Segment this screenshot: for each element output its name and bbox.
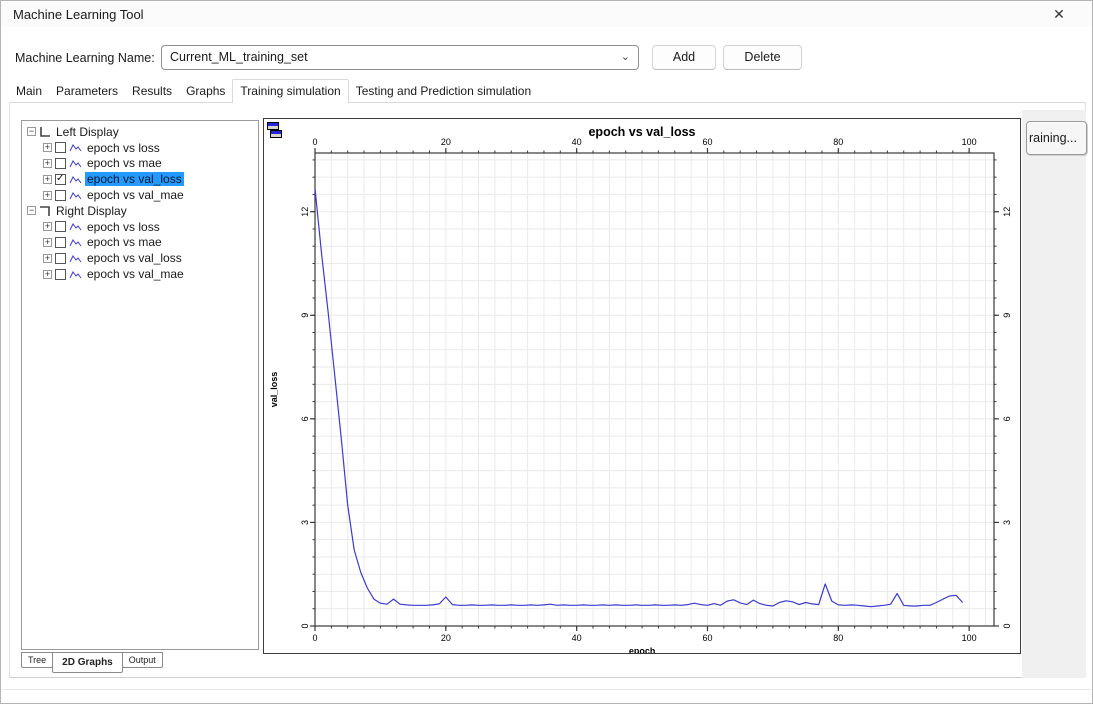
curve-icon (69, 269, 82, 280)
svg-text:100: 100 (962, 633, 977, 643)
checkbox[interactable] (55, 189, 66, 201)
tree-item-label[interactable]: epoch vs val_mae (85, 188, 186, 202)
expand-icon[interactable]: + (43, 237, 52, 247)
training-button[interactable]: raining... (1026, 121, 1087, 155)
svg-text:0: 0 (300, 623, 310, 628)
graph-panel: 0 0 20 20 40 40 60 60 80 80 100 100 0 0 3 3 6 6 9 9 12 12 epoc… (263, 118, 1021, 654)
tree-item[interactable]: + epoch vs val_loss (25, 250, 258, 266)
svg-text:40: 40 (572, 633, 582, 643)
window-bottom-divider (2, 689, 1091, 690)
svg-text:0: 0 (312, 633, 317, 643)
ml-name-label: Machine Learning Name: (15, 51, 155, 65)
tree-item[interactable]: + epoch vs loss (25, 219, 258, 235)
svg-text:6: 6 (300, 416, 310, 421)
tab-testing-prediction-simulation[interactable]: Testing and Prediction simulation (349, 81, 538, 102)
close-icon[interactable]: ✕ (1044, 1, 1074, 27)
title-bar: Machine Learning Tool ✕ (1, 1, 1092, 27)
ml-name-combobox[interactable]: Current_ML_training_set ⌄ (161, 45, 639, 70)
bottom-tab-bar: Tree 2D Graphs Output (21, 652, 163, 673)
right-panel-strip (1022, 110, 1086, 678)
checkbox[interactable] (55, 173, 66, 185)
tab-training-simulation[interactable]: Training simulation (232, 79, 349, 103)
checkbox[interactable] (55, 142, 66, 154)
tree-item-label[interactable]: epoch vs loss (85, 141, 162, 155)
bottom-tab-tree[interactable]: Tree (21, 652, 54, 668)
checkbox[interactable] (55, 221, 66, 233)
chart-title: epoch vs val_loss (588, 125, 696, 139)
tab-parameters[interactable]: Parameters (49, 81, 125, 102)
tab-results[interactable]: Results (125, 81, 179, 102)
ml-name-value: Current_ML_training_set (170, 50, 308, 64)
checkbox[interactable] (55, 157, 66, 169)
expand-icon[interactable]: + (43, 269, 52, 279)
tree-node-left-display[interactable]: − Left Display (25, 124, 258, 140)
svg-text:9: 9 (300, 313, 310, 318)
expand-icon[interactable]: + (43, 143, 52, 153)
curve-icon (69, 253, 82, 264)
tree-item-label[interactable]: epoch vs val_loss (85, 251, 184, 265)
left-axes-icon (39, 126, 51, 138)
tree-item[interactable]: + epoch vs mae (25, 235, 258, 251)
svg-text:9: 9 (1002, 313, 1012, 318)
tree-item-label[interactable]: epoch vs val_loss (85, 172, 184, 187)
expand-icon[interactable]: + (43, 190, 52, 200)
bottom-tab-output[interactable]: Output (121, 652, 163, 668)
svg-text:12: 12 (300, 207, 310, 217)
tab-bar: Main Parameters Results Graphs Training … (9, 79, 1086, 103)
tree-item-label[interactable]: epoch vs mae (85, 156, 164, 170)
svg-text:6: 6 (1002, 416, 1012, 421)
checkbox[interactable] (55, 236, 66, 248)
right-axes-icon (39, 205, 51, 217)
display-tree: − Left Display + epoch vs loss + epoch v… (21, 120, 259, 650)
curve-icon (69, 174, 82, 185)
val-loss-chart: 0020204040606080801001000 03 36 69 912 12epoc… (269, 137, 1012, 653)
tree-node-right-display[interactable]: − Right Display (25, 203, 258, 219)
svg-text:80: 80 (833, 633, 843, 643)
tab-graphs[interactable]: Graphs (179, 81, 232, 102)
expand-icon[interactable]: + (43, 253, 52, 263)
machine-learning-tool-window: Machine Learning Tool ✕ Machine Learning… (0, 0, 1093, 704)
tree-item-label[interactable]: epoch vs loss (85, 220, 162, 234)
tree-item[interactable]: + epoch vs val_mae (25, 266, 258, 282)
svg-text:60: 60 (702, 633, 712, 643)
delete-button[interactable]: Delete (723, 45, 802, 70)
add-button[interactable]: Add (652, 45, 716, 70)
curve-icon (69, 142, 82, 153)
tab-main[interactable]: Main (9, 81, 49, 102)
tree-item-label[interactable]: epoch vs val_mae (85, 267, 186, 281)
tree-node-label[interactable]: Right Display (54, 204, 129, 218)
svg-text:0: 0 (1002, 623, 1012, 628)
expand-icon[interactable]: + (43, 158, 52, 168)
bottom-tab-2d-graphs[interactable]: 2D Graphs (52, 652, 123, 673)
checkbox[interactable] (55, 252, 66, 264)
tree-item[interactable]: + epoch vs val_mae (25, 187, 258, 203)
curve-icon (69, 158, 82, 169)
curve-icon (69, 221, 82, 232)
svg-text:20: 20 (441, 633, 451, 643)
curve-icon (69, 237, 82, 248)
tree-item[interactable]: + epoch vs mae (25, 156, 258, 172)
tree-item-label[interactable]: epoch vs mae (85, 235, 164, 249)
expand-icon[interactable]: + (43, 222, 52, 232)
svg-text:12: 12 (1002, 207, 1012, 217)
collapse-icon[interactable]: − (27, 206, 36, 216)
svg-text:val_loss: val_loss (269, 372, 279, 408)
svg-text:3: 3 (1002, 520, 1012, 525)
collapse-icon[interactable]: − (27, 127, 36, 137)
tree-node-label[interactable]: Left Display (54, 125, 121, 139)
tree-item[interactable]: + epoch vs loss (25, 140, 258, 156)
curve-icon (69, 190, 82, 201)
checkbox[interactable] (55, 268, 66, 280)
tree-item[interactable]: + epoch vs val_loss (25, 171, 258, 187)
expand-icon[interactable]: + (43, 174, 52, 184)
svg-text:epoch: epoch (629, 646, 656, 653)
window-title: Machine Learning Tool (13, 7, 144, 22)
svg-text:3: 3 (300, 520, 310, 525)
chevron-down-icon[interactable]: ⌄ (621, 46, 630, 68)
